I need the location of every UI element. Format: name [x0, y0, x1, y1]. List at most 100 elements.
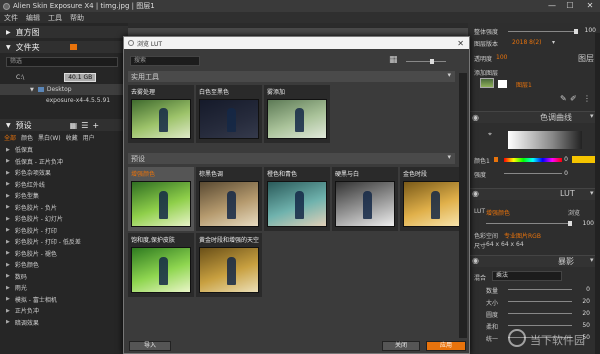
curve-gradient[interactable]	[508, 131, 582, 149]
menu-file[interactable]: 文件	[0, 13, 22, 23]
expand-arrow-icon[interactable]: ▶	[6, 319, 10, 325]
collapse-icon[interactable]: ▾	[447, 153, 451, 161]
maximize-button[interactable]: ☐	[563, 0, 577, 12]
chevron-down-icon[interactable]: ▾	[590, 189, 594, 197]
menu-help[interactable]: 帮助	[66, 13, 88, 23]
eyedropper-icon[interactable]: ⌖	[488, 130, 492, 139]
menu-edit[interactable]: 编辑	[22, 13, 44, 23]
preset-category-item[interactable]: ▶ 彩色胶片 - 负片	[0, 202, 128, 214]
tab-all[interactable]: 全部	[4, 133, 16, 142]
lut-tile[interactable]: 白色至黑色	[196, 85, 262, 143]
expand-arrow-icon[interactable]: ▶	[6, 204, 10, 210]
layer-thumbnail[interactable]	[480, 78, 494, 88]
preset-category-item[interactable]: ▶ 彩色胶片 - 打印	[0, 225, 128, 237]
drive-label[interactable]: C:\	[16, 74, 24, 81]
overlay-param-slider[interactable]	[508, 301, 572, 302]
section-presets-header[interactable]: 预设 ▾	[128, 153, 455, 164]
expand-arrow-icon[interactable]: ▶	[6, 170, 10, 176]
grid-view-icon[interactable]: ▦	[389, 55, 398, 65]
layer-name[interactable]: 图层1	[516, 80, 532, 89]
expand-arrow-icon[interactable]: ▶	[6, 158, 10, 164]
tab-favorites[interactable]: 收藏	[66, 133, 78, 142]
expand-arrow-icon[interactable]: ▶	[6, 308, 10, 314]
tab-bw[interactable]: 黑白(W)	[38, 133, 61, 142]
expand-arrow-icon[interactable]: ▶	[6, 285, 10, 291]
expand-arrow-icon[interactable]: ▶	[6, 227, 10, 233]
apply-button[interactable]: 应用	[426, 341, 466, 351]
preset-category-item[interactable]: ▶ 正片负冲	[0, 305, 128, 317]
minimize-button[interactable]: —	[545, 0, 559, 12]
preset-category-item[interactable]: ▶ 雨光	[0, 282, 128, 294]
expand-arrow-icon[interactable]: ▶	[6, 216, 10, 222]
import-button[interactable]: 导入	[129, 341, 171, 351]
lut-search-input[interactable]: 搜索	[130, 56, 200, 66]
expand-arrow-icon[interactable]: ▶	[6, 147, 10, 153]
overlay-toggle-icon[interactable]: ◉	[472, 256, 479, 265]
histogram-header[interactable]: ▶ 直方图	[0, 26, 128, 38]
preset-category-item[interactable]: ▶ 低保真	[0, 144, 128, 156]
close-window-button[interactable]: ✕	[583, 0, 597, 12]
expand-arrow-icon[interactable]: ▶	[6, 262, 10, 268]
expand-arrow-icon[interactable]: ▶	[6, 239, 10, 245]
lut-tile[interactable]: 棕黑色调	[196, 167, 262, 231]
preset-category-item[interactable]: ▶ 模拟 - 富士相机	[0, 294, 128, 306]
dialog-scrollbar[interactable]	[459, 73, 467, 338]
lut-strength-slider[interactable]	[486, 223, 572, 224]
menu-tools[interactable]: 工具	[44, 13, 66, 23]
chevron-down-icon[interactable]: ▾	[552, 39, 555, 46]
preset-category-item[interactable]: ▶ 彩色胶片 - 褪色	[0, 248, 128, 260]
eraser-icon[interactable]: ✐	[570, 94, 577, 103]
preset-category-item[interactable]: ▶ 彩色杂项效果	[0, 167, 128, 179]
lut-tile[interactable]: 硬黑与白	[332, 167, 398, 231]
folder-version[interactable]: exposure-x4-4.5.5.91	[0, 95, 128, 106]
color-space-value[interactable]: 专业图片RGB	[504, 231, 541, 240]
presets-header[interactable]: ▼ 预设 ▦ ☰ +	[0, 119, 128, 131]
preset-category-item[interactable]: ▶ 彩色胶片 - 打印 - 低反差	[0, 236, 128, 248]
browse-button[interactable]: 浏览	[568, 208, 580, 217]
list-view-icon[interactable]: ☰	[81, 121, 88, 130]
thumb-size-knob[interactable]	[430, 59, 434, 64]
add-layer-label[interactable]: 添加图层	[474, 68, 498, 77]
color1-swatch[interactable]	[494, 157, 498, 162]
folder-header[interactable]: ▼ 文件夹	[0, 41, 128, 53]
lut-tile[interactable]: 雾添加	[264, 85, 330, 143]
brush-icon[interactable]: ✎	[560, 94, 567, 103]
collapse-icon[interactable]: ▾	[447, 71, 451, 79]
preset-category-item[interactable]: ▶ 彩色红外线	[0, 179, 128, 191]
right-scrollbar[interactable]	[595, 33, 600, 354]
thumb-size-slider[interactable]	[406, 61, 446, 62]
lut-tile[interactable]: 橙色和青色	[264, 167, 330, 231]
opacity-value[interactable]: 100	[496, 54, 507, 61]
lut-tile[interactable]: 增强颜色	[128, 167, 194, 231]
overlay-param-slider[interactable]	[508, 289, 572, 290]
tab-user[interactable]: 用户	[83, 133, 95, 142]
preset-category-item[interactable]: ▶ 彩色胶片 - 幻灯片	[0, 213, 128, 225]
tab-color[interactable]: 颜色	[21, 133, 33, 142]
layer-mask[interactable]	[498, 80, 507, 88]
color1-hue-slider[interactable]	[504, 158, 562, 162]
curves-toggle-icon[interactable]: ◉	[472, 113, 479, 122]
lut-tile[interactable]: 黄金时段和增强的天空	[196, 233, 262, 297]
lut-toggle-icon[interactable]: ◉	[472, 189, 479, 198]
preset-category-item[interactable]: ▶ 彩色颜色	[0, 259, 128, 271]
preset-category-item[interactable]: ▶ 低保真 - 正片负冲	[0, 156, 128, 168]
close-button[interactable]: 关闭	[382, 341, 420, 351]
close-icon[interactable]: ✕	[457, 39, 464, 48]
chevron-down-icon[interactable]: ▾	[590, 256, 594, 264]
grid-view-icon[interactable]: ▦	[70, 121, 78, 130]
layer-version-value[interactable]: 2018 8(2)	[512, 39, 542, 46]
expand-arrow-icon[interactable]: ▶	[6, 273, 10, 279]
section-utilities-header[interactable]: 实用工具 ▾	[128, 71, 455, 82]
folder-desktop[interactable]: ▼ Desktop	[0, 84, 128, 95]
expand-arrow-icon[interactable]: ▶	[6, 181, 10, 187]
lut-tile[interactable]: 金色时段	[400, 167, 466, 231]
expand-arrow-icon[interactable]: ▶	[6, 250, 10, 256]
lut-tile[interactable]: 饱和度,保护皮肤	[128, 233, 194, 297]
lut-tile[interactable]: 去雾处理	[128, 85, 194, 143]
strength-slider[interactable]	[504, 173, 562, 174]
color1-preview[interactable]	[572, 156, 596, 163]
overlay-param-slider[interactable]	[508, 313, 572, 314]
folder-add-icon[interactable]	[69, 44, 77, 50]
preset-category-item[interactable]: ▶ 暗调效果	[0, 317, 128, 329]
overall-strength-slider[interactable]	[508, 31, 578, 32]
